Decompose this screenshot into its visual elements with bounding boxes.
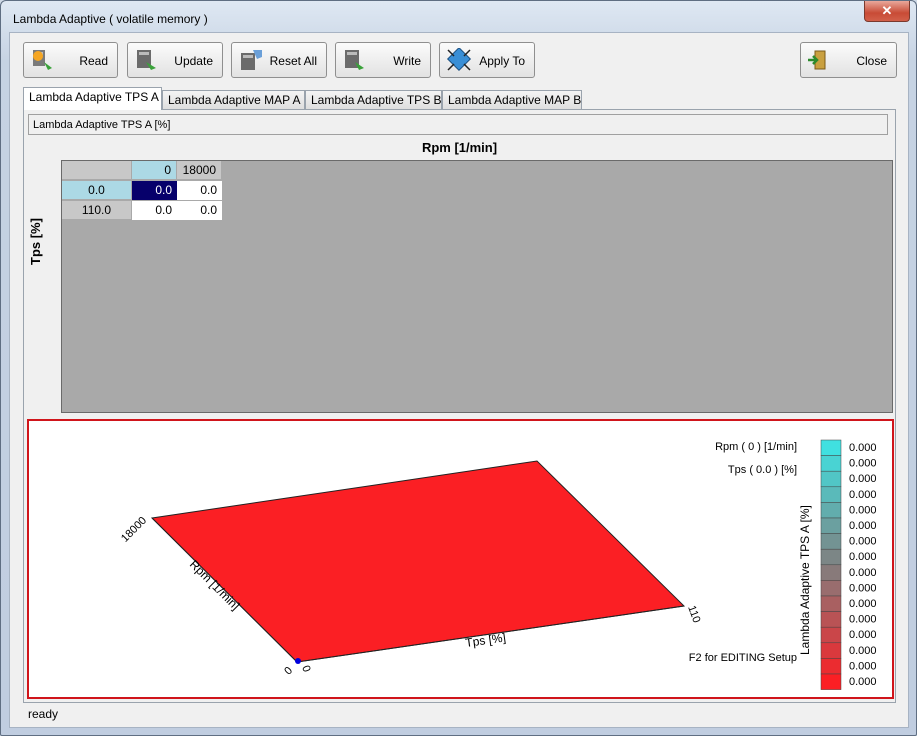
- rpm-tick-min: 0: [282, 665, 295, 678]
- legend-swatch: [820, 470, 842, 488]
- client-area: Read Update Reset All Write Apply To Clo…: [9, 32, 909, 728]
- legend-value: 0.000: [849, 567, 877, 579]
- tps-tick-min: 0: [299, 664, 312, 674]
- close-button[interactable]: Close: [800, 42, 897, 78]
- cursor-rpm-readout: Rpm ( 0 ) [1/min]: [715, 441, 797, 453]
- legend-value: 0.000: [849, 458, 877, 470]
- tab-lambda-adaptive-tps-b[interactable]: Lambda Adaptive TPS B: [305, 90, 442, 109]
- update-icon: [137, 50, 156, 70]
- legend-value: 0.000: [849, 489, 877, 501]
- write-button[interactable]: Write: [335, 42, 431, 78]
- read-button-label: Read: [79, 54, 108, 68]
- status-text: ready: [28, 707, 59, 721]
- update-button[interactable]: Update: [127, 42, 223, 78]
- reset-all-icon: [241, 50, 262, 70]
- legend-value: 0.000: [849, 660, 877, 672]
- apply-to-icon: [446, 48, 472, 72]
- column-header[interactable]: 0: [132, 161, 177, 180]
- legend-swatch: [820, 642, 842, 659]
- row-header[interactable]: 110.0: [62, 201, 132, 220]
- apply-to-button[interactable]: Apply To: [439, 42, 535, 78]
- legend-swatch: [820, 439, 842, 456]
- legend-swatch: [820, 517, 842, 534]
- legend-swatch: [820, 658, 842, 675]
- legend-value: 0.000: [849, 645, 877, 657]
- tps-tick-max: 110: [685, 604, 702, 625]
- cursor-tps-readout: Tps ( 0.0 ) [%]: [728, 464, 797, 476]
- read-button[interactable]: Read: [23, 42, 118, 78]
- legend-swatch: [820, 486, 842, 503]
- legend-swatch: [820, 595, 842, 612]
- row-header[interactable]: 0.0: [62, 181, 132, 200]
- close-button-label: Close: [856, 54, 887, 68]
- write-button-label: Write: [393, 54, 421, 68]
- window-close-button[interactable]: ✕: [864, 1, 910, 22]
- write-icon: [345, 50, 364, 70]
- rpm-tick-max: 18000: [119, 515, 149, 545]
- close-icon: ✕: [881, 3, 893, 18]
- legend-swatch: [820, 673, 842, 690]
- reset-all-button-label: Reset All: [269, 54, 317, 68]
- legend-value: 0.000: [849, 676, 877, 688]
- surface-chart-svg[interactable]: 18000 0 0 110 Rpm [1/min] Tps [%] Rpm ( …: [29, 421, 892, 697]
- legend-swatch: [820, 611, 842, 628]
- table-cell[interactable]: 0.0: [132, 201, 177, 220]
- legend-value: 0.000: [849, 582, 877, 594]
- legend-value: 0.000: [849, 551, 877, 563]
- editing-hint: F2 for EDITING Setup: [689, 652, 797, 664]
- map-table: 0 18000 0.0 0.0 0.0 110.0 0.0 0.0: [61, 160, 893, 413]
- table-group-title: Lambda Adaptive TPS A [%]: [28, 114, 888, 135]
- apply-to-button-label: Apply To: [479, 54, 525, 68]
- tps-axis-label: Tps [%]: [28, 218, 43, 265]
- tab-lambda-adaptive-tps-a[interactable]: Lambda Adaptive TPS A: [23, 87, 162, 110]
- table-cell[interactable]: 0.0: [132, 181, 177, 200]
- window-title: Lambda Adaptive ( volatile memory ): [13, 12, 208, 26]
- surface-chart[interactable]: 18000 0 0 110 Rpm [1/min] Tps [%] Rpm ( …: [27, 419, 894, 699]
- table-corner: [62, 161, 132, 180]
- cursor-point: [295, 658, 301, 664]
- legend-swatch: [820, 564, 842, 581]
- legend-value: 0.000: [849, 614, 877, 626]
- legend-value: 0.000: [849, 598, 877, 610]
- tab-lambda-adaptive-map-a[interactable]: Lambda Adaptive MAP A: [162, 90, 305, 109]
- legend-swatch: [820, 533, 842, 550]
- surface-plane: [150, 460, 686, 663]
- legend-swatch: [820, 548, 842, 566]
- legend-value: 0.000: [849, 442, 877, 454]
- legend-value: 0.000: [849, 536, 877, 548]
- read-icon: [33, 50, 52, 70]
- main-window: Lambda Adaptive ( volatile memory ) ✕ Re…: [0, 0, 917, 736]
- color-legend: 0.000 0.000 0.000 0.000 0.000 0.000 0.000 0.000…: [820, 439, 877, 690]
- z-axis-title: Lambda Adaptive TPS A [%]: [798, 505, 812, 655]
- update-button-label: Update: [174, 54, 213, 68]
- legend-swatch: [820, 455, 842, 472]
- legend-value: 0.000: [849, 520, 877, 532]
- legend-value: 0.000: [849, 473, 877, 485]
- table-cell[interactable]: 0.0: [177, 181, 222, 200]
- rpm-axis-label: Rpm [1/min]: [421, 140, 498, 155]
- column-header[interactable]: 18000: [177, 161, 222, 180]
- legend-value: 0.000: [849, 629, 877, 641]
- legend-swatch: [820, 626, 842, 644]
- reset-all-button[interactable]: Reset All: [231, 42, 327, 78]
- title-bar: Lambda Adaptive ( volatile memory ) ✕: [1, 1, 916, 31]
- legend-swatch: [820, 502, 842, 519]
- exit-door-icon: [808, 50, 826, 70]
- tab-lambda-adaptive-map-b[interactable]: Lambda Adaptive MAP B: [442, 90, 582, 109]
- tab-panel: Lambda Adaptive TPS A [%] Rpm [1/min] Tp…: [23, 109, 896, 703]
- legend-value: 0.000: [849, 504, 877, 516]
- legend-swatch: [820, 580, 842, 597]
- table-cell[interactable]: 0.0: [177, 201, 222, 220]
